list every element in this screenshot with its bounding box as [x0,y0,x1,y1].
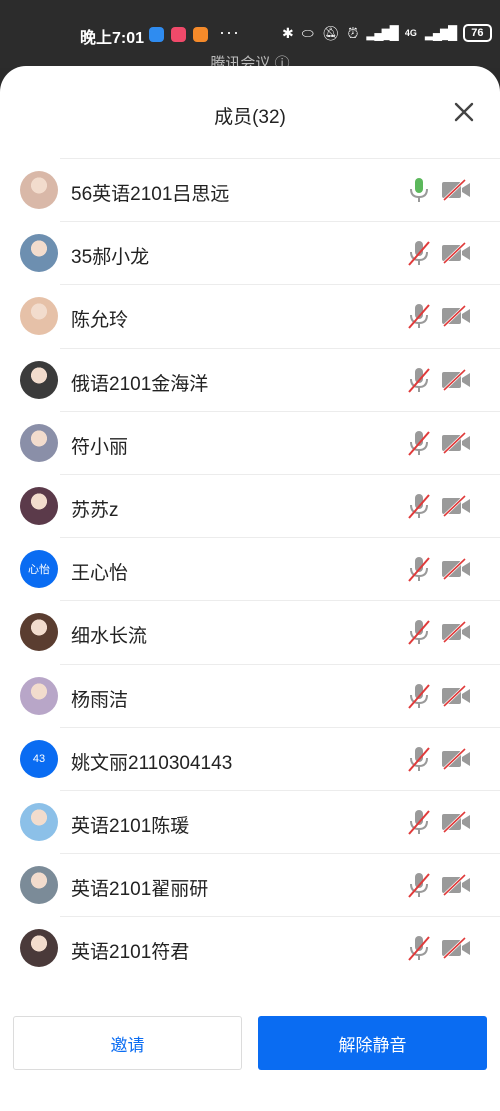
member-row[interactable]: 苏苏z [20,473,500,537]
member-row[interactable]: 陈允玲 [20,284,500,347]
avatar [20,486,58,525]
avatar [20,423,58,462]
avatar [20,360,58,399]
member-row[interactable]: 英语2101翟丽研 [20,853,500,916]
member-name: 符小丽 [71,436,129,458]
panel-footer: 邀请 解除静音 [0,1010,500,1080]
member-row[interactable]: 俄语2101金海洋 [20,347,500,411]
microphone-muted-icon[interactable] [406,618,432,646]
status-time: 晚上7:01 [80,30,145,47]
app-notification-icon [171,27,186,42]
unmute-all-button[interactable]: 解除静音 [258,1016,487,1070]
microphone-muted-icon[interactable] [406,302,432,330]
member-name: 35郝小龙 [71,247,150,269]
microphone-muted-icon[interactable] [406,682,432,710]
avatar [20,676,58,715]
more-notifications-icon: ··· [219,22,240,42]
member-row[interactable]: 56英语2101吕思远 [20,158,500,221]
avatar [20,234,58,273]
network-type: 4G [404,27,417,38]
member-name: 杨雨洁 [71,689,129,711]
camera-off-icon[interactable] [441,304,471,328]
member-row[interactable]: 符小丽 [20,410,500,474]
member-name: 56英语2101吕思远 [71,184,230,205]
camera-off-icon[interactable] [441,873,471,897]
member-row[interactable]: 心怡 王心怡 [20,537,500,600]
member-name: 细水长流 [71,626,148,648]
member-name: 姚文丽2110304143 [71,752,233,774]
member-row[interactable]: 杨雨洁 [20,663,500,727]
member-row[interactable]: 43 姚文丽2110304143 [20,726,500,790]
silent-bell-icon: 🔕︎ [321,24,340,41]
member-name: 英语2101翟丽研 [71,879,209,901]
camera-off-icon[interactable] [441,241,471,265]
microphone-muted-icon[interactable] [406,429,432,457]
camera-off-icon[interactable] [441,684,471,708]
microphone-muted-icon[interactable] [406,934,432,962]
camera-off-icon[interactable] [441,494,471,518]
microphone-muted-icon[interactable] [406,745,432,773]
battery-icon: 76 [463,24,492,42]
member-row[interactable]: 英语2101符君 [20,916,500,979]
avatar [20,866,58,905]
member-row[interactable]: 细水长流 [20,600,500,663]
member-name: 英语2101符君 [71,942,190,964]
microphone-muted-icon[interactable] [406,808,432,836]
avatar [20,613,58,652]
invite-button[interactable]: 邀请 [13,1016,242,1070]
status-indicators: ✱ ⬭ 🔕︎ ⏰︎ ▂▄▆█ 4G ▂▄▆█ 76 [282,24,492,42]
member-list[interactable]: 56英语2101吕思远 35郝小龙陈允玲俄语2101金海洋 符小丽苏苏z 心怡 王心怡细… [0,158,500,990]
member-row[interactable]: 35郝小龙 [20,221,500,284]
microphone-muted-icon[interactable] [406,492,432,520]
avatar [20,802,58,841]
camera-off-icon[interactable] [441,810,471,834]
camera-off-icon[interactable] [441,620,471,644]
signal-icon: ▂▄▆█ [366,25,398,40]
app-notification-icon [193,27,208,42]
avatar [20,171,58,209]
members-panel: 成员(32) 56英语2101吕思远 35郝小龙陈允玲俄语2101金海洋 符小丽苏苏… [0,66,500,1111]
alarm-icon: ⏰︎ [347,24,359,41]
app-notification-icon [149,27,164,42]
member-name: 英语2101陈瑗 [71,815,190,837]
camera-off-icon[interactable] [441,557,471,581]
signal-icon-secondary: ▂▄▆█ [424,25,457,40]
member-name: 俄语2101金海洋 [71,373,209,395]
microphone-icon[interactable] [406,176,432,204]
avatar [20,297,58,336]
camera-off-icon[interactable] [441,368,471,392]
nfc-icon: ⬭ [301,24,314,41]
avatar: 心怡 [20,550,58,589]
microphone-muted-icon[interactable] [406,239,432,267]
member-row[interactable]: 英语2101陈瑗 [20,789,500,853]
bluetooth-icon: ✱ [282,24,294,41]
camera-off-icon[interactable] [441,178,471,202]
avatar [20,929,58,968]
microphone-muted-icon[interactable] [406,555,432,583]
close-icon[interactable] [452,100,476,124]
camera-off-icon[interactable] [441,747,471,771]
avatar: 43 [20,739,58,778]
member-name: 陈允玲 [71,310,129,332]
panel-title: 成员(32) [214,107,286,128]
microphone-muted-icon[interactable] [406,871,432,899]
member-name: 王心怡 [71,563,129,585]
camera-off-icon[interactable] [441,431,471,455]
microphone-muted-icon[interactable] [406,366,432,394]
camera-off-icon[interactable] [441,936,471,960]
member-name: 苏苏z [71,499,119,521]
